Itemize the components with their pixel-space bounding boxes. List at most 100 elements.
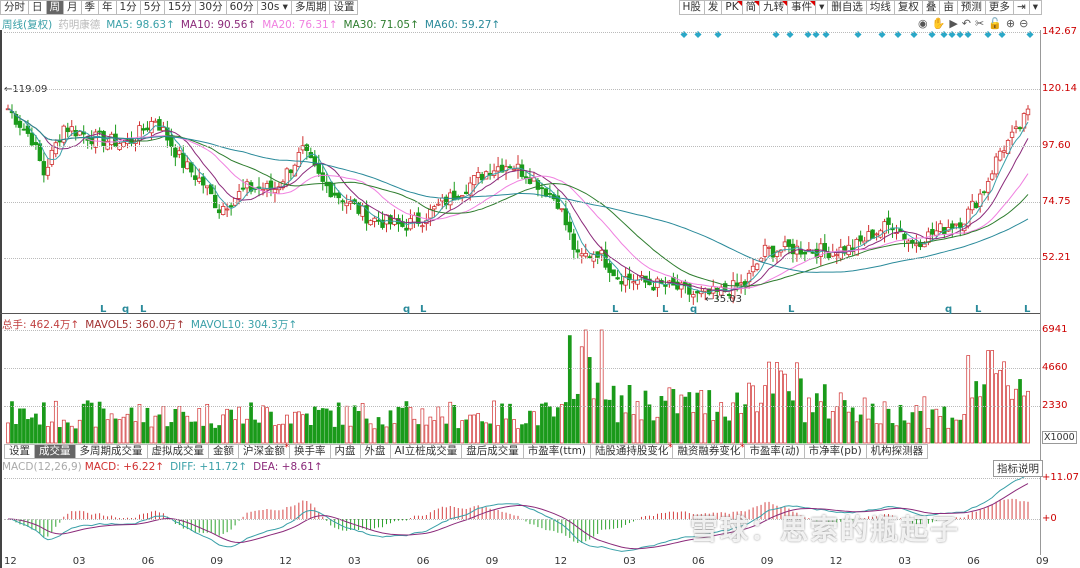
candle-down xyxy=(336,192,341,199)
candle-down xyxy=(41,161,47,176)
tab-9[interactable]: AI立桩成交量 xyxy=(390,444,463,459)
tab-15[interactable]: 市净率(pb) xyxy=(804,444,867,459)
tab-5[interactable]: 沪深金额 xyxy=(239,442,290,459)
volume-bar xyxy=(320,408,325,444)
tab-6[interactable]: 换手率 xyxy=(290,444,331,459)
candle-down xyxy=(571,233,576,250)
x-tick: 12 xyxy=(829,556,843,567)
volume-bar xyxy=(579,346,584,444)
candle-up xyxy=(1025,108,1031,116)
event-marker[interactable]: L xyxy=(612,304,619,315)
event-marker[interactable]: L xyxy=(788,304,795,315)
tab-0[interactable]: 设置 xyxy=(4,444,35,459)
volume-bar xyxy=(380,424,385,444)
candle-down xyxy=(507,166,513,169)
volume-bar xyxy=(826,418,831,444)
candle-down xyxy=(189,162,194,173)
candle-down xyxy=(567,221,572,233)
event-marker[interactable]: L xyxy=(662,304,669,315)
volume-bar xyxy=(221,414,226,444)
tab-13[interactable]: 融资融券变化 xyxy=(673,442,746,459)
volume-bar xyxy=(536,425,540,444)
event-marker[interactable]: L xyxy=(975,304,982,315)
volume-bar xyxy=(233,419,237,444)
volume-bar xyxy=(452,404,457,444)
volume-bar xyxy=(767,361,771,444)
tab-4[interactable]: 金额 xyxy=(209,444,239,459)
event-marker[interactable]: L xyxy=(140,304,147,315)
volume-bar xyxy=(707,390,712,444)
event-marker[interactable]: q xyxy=(690,304,697,315)
volume-tick: 4660 xyxy=(1042,362,1068,373)
volume-bar xyxy=(57,427,62,444)
volume-bar xyxy=(181,411,186,444)
volume-bar xyxy=(882,401,887,444)
event-marker[interactable]: q xyxy=(403,304,410,315)
volume-bar xyxy=(639,419,644,444)
volume-bar xyxy=(850,407,855,444)
volume-bar xyxy=(137,404,142,444)
volume-bar xyxy=(73,428,78,444)
volume-bar xyxy=(743,404,747,444)
tab-7[interactable]: 内盘 xyxy=(330,444,361,459)
tab-12[interactable]: 陆股通持股变化 xyxy=(590,442,674,459)
volume-bar xyxy=(121,416,126,444)
tab-3[interactable]: 虚拟成交量 xyxy=(147,444,209,459)
event-marker[interactable]: L xyxy=(420,304,427,315)
volume-bar xyxy=(45,426,50,444)
tab-16[interactable]: 机构探测器 xyxy=(866,444,929,459)
volume-bar xyxy=(615,422,620,444)
event-marker[interactable]: q xyxy=(122,304,129,315)
total-volume: 总手: 462.4万↑ xyxy=(2,319,80,331)
candle-up xyxy=(344,202,349,207)
candle-down xyxy=(826,252,831,259)
candle-down xyxy=(141,128,146,131)
event-marker[interactable]: L xyxy=(100,304,107,315)
candle-down xyxy=(65,127,70,133)
candle-up xyxy=(906,240,911,244)
gridline xyxy=(4,32,1040,33)
volume-bar xyxy=(1026,390,1030,444)
volume-bar xyxy=(723,416,728,444)
volume-bar xyxy=(38,424,42,444)
volume-bar xyxy=(376,417,381,444)
candle-up xyxy=(997,150,1003,161)
volume-bar xyxy=(97,401,102,444)
candle-up xyxy=(368,220,373,226)
tab-10[interactable]: 盘后成交量 xyxy=(462,444,524,459)
volume-bar xyxy=(552,416,556,444)
volume-bar xyxy=(763,385,767,444)
indicator-help-button[interactable]: 指标说明 xyxy=(993,460,1043,477)
volume-bar xyxy=(807,397,811,444)
tab-2[interactable]: 多周期成交量 xyxy=(75,444,148,459)
candle-down xyxy=(1017,127,1023,130)
candle-up xyxy=(436,203,441,206)
event-marker[interactable]: q xyxy=(945,304,952,315)
tab-14[interactable]: 市盈率(动) xyxy=(745,444,805,459)
candle-down xyxy=(228,205,234,208)
event-marker[interactable]: L xyxy=(1024,304,1031,315)
tab-1[interactable]: 成交量 xyxy=(35,444,76,459)
volume-bar xyxy=(902,420,907,444)
volume-bar xyxy=(488,423,492,444)
candle-down xyxy=(29,132,35,146)
volume-bar xyxy=(408,407,413,444)
volume-bar xyxy=(352,405,357,444)
macd-params[interactable]: MACD(12,26,9) xyxy=(2,461,82,473)
volume-bar xyxy=(735,392,739,444)
volume-bar xyxy=(400,407,405,444)
volume-bar xyxy=(101,408,106,444)
volume-bar xyxy=(631,414,636,444)
price-tick: 74.75 xyxy=(1042,196,1071,207)
chart-canvas[interactable]: ←119.09←35.03L q Lq L L Lq Lq L L xyxy=(0,0,1080,568)
volume-bar xyxy=(30,417,34,444)
volume-bar xyxy=(810,412,815,444)
tab-8[interactable]: 外盘 xyxy=(360,444,391,459)
volume-bar xyxy=(26,419,30,444)
volume-bar xyxy=(524,423,528,444)
volume-bar xyxy=(14,424,18,444)
tab-11[interactable]: 市盈率(ttm) xyxy=(523,444,591,459)
candle-down xyxy=(97,130,102,133)
volume-bar xyxy=(922,396,927,444)
volume-bar xyxy=(719,402,724,444)
